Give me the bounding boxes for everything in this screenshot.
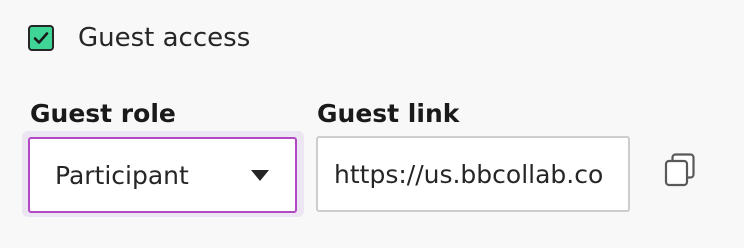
guest-access-label[interactable]: Guest access — [78, 22, 250, 54]
guest-link-input[interactable] — [316, 136, 630, 212]
guest-access-checkbox[interactable] — [28, 25, 54, 51]
guest-access-row: Guest access — [28, 22, 250, 54]
checkmark-icon — [33, 32, 49, 44]
copy-icon — [664, 153, 695, 187]
guest-role-label: Guest role — [30, 99, 176, 128]
guest-link-label: Guest link — [317, 99, 460, 128]
guest-role-select[interactable]: Participant — [28, 137, 297, 213]
copy-link-button[interactable] — [656, 146, 704, 194]
guest-role-selected-value: Participant — [55, 160, 189, 190]
caret-down-icon — [251, 170, 269, 181]
